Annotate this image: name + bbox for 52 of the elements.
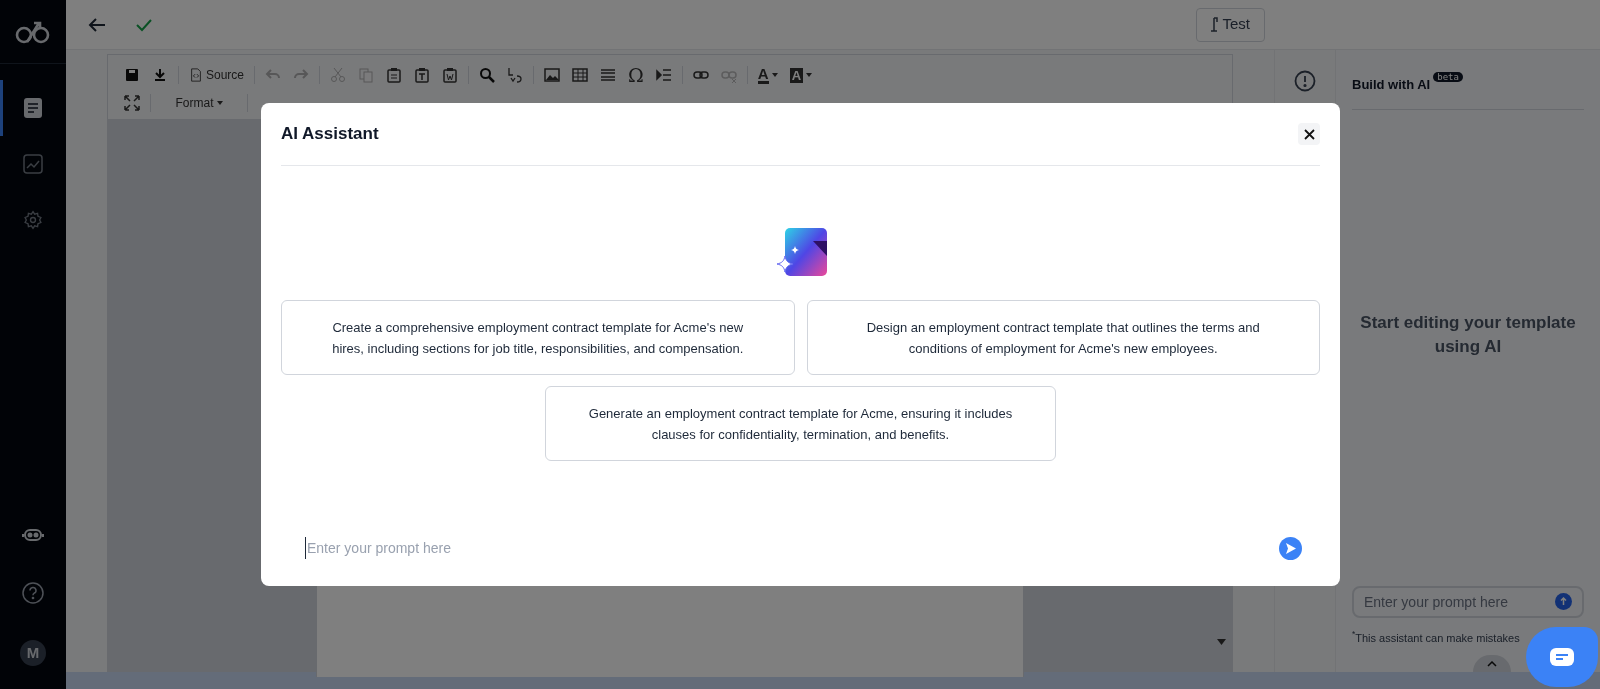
- send-icon[interactable]: [1555, 593, 1572, 610]
- suggestion-card[interactable]: Design an employment contract template that outlines the terms and conditions of employment for Acme's new employees.: [806, 300, 1320, 375]
- prompt-field[interactable]: Enter your prompt here: [1352, 585, 1584, 618]
- check-icon: [136, 17, 152, 32]
- chat-icon: [1550, 648, 1574, 666]
- prompt-input[interactable]: Enter your prompt here: [1364, 587, 1555, 616]
- suggestion-card[interactable]: Create a comprehensive employment contract template for Acme's new hires, including sections for job title, responsibilities, and compensation.: [281, 300, 795, 375]
- background-color-button[interactable]: A: [783, 63, 819, 87]
- beta-badge: beta: [1433, 72, 1463, 82]
- caret-icon: [771, 73, 778, 77]
- maximize-icon: [124, 95, 140, 111]
- clipboard-icon: [414, 67, 431, 83]
- clipboard-icon: [442, 67, 459, 83]
- lines-icon: [600, 67, 617, 83]
- user-avatar[interactable]: M: [20, 640, 46, 666]
- caret-icon: [216, 101, 223, 105]
- settings-icon: [23, 210, 43, 230]
- text-color-button[interactable]: A: [751, 63, 784, 87]
- empty-state-message: Start editing your template using AI: [1359, 311, 1577, 358]
- robot-icon[interactable]: [22, 526, 44, 544]
- suggestion-card[interactable]: Generate an employment contract template for Acme, ensuring it includes clauses for confidentiality, termination, and benefits.: [545, 386, 1056, 461]
- info-icon[interactable]: [1294, 70, 1316, 92]
- back-arrow-icon[interactable]: [88, 16, 106, 33]
- chart-icon: [23, 154, 43, 174]
- prompt-input[interactable]: Enter your prompt here: [305, 537, 1279, 559]
- format-dropdown[interactable]: Format: [155, 91, 243, 115]
- caret-up-icon: [1487, 660, 1497, 667]
- replace-icon: [507, 67, 524, 83]
- close-icon: [1303, 128, 1315, 140]
- document-icon: [24, 98, 42, 118]
- help-icon[interactable]: [22, 582, 44, 604]
- source-button[interactable]: Source: [183, 63, 251, 87]
- save-icon: [124, 67, 140, 83]
- send-icon[interactable]: [1279, 536, 1302, 560]
- test-button[interactable]: Test: [1196, 7, 1265, 42]
- clipboard-icon: [386, 67, 403, 83]
- caret-icon: [806, 73, 813, 77]
- source-icon: [189, 67, 203, 83]
- scroll-down-icon[interactable]: [1217, 639, 1226, 645]
- image-icon: [544, 67, 561, 83]
- download-icon: [152, 67, 168, 83]
- prompt-field[interactable]: Enter your prompt here: [281, 530, 1320, 566]
- panel-title: Build with AI: [1352, 75, 1431, 94]
- disclaimer-text: $^{*}$This assistant can make mistakes: [1352, 629, 1521, 646]
- special-character-button[interactable]: Ω: [622, 63, 650, 87]
- collapse-tab[interactable]: [1473, 655, 1511, 672]
- close-button[interactable]: [1298, 123, 1320, 145]
- search-icon: [479, 67, 496, 83]
- table-icon: [572, 67, 589, 83]
- modal-title: AI Assistant: [281, 123, 379, 146]
- ai-sparkle-icon: [774, 228, 827, 278]
- indent-icon: [655, 67, 672, 83]
